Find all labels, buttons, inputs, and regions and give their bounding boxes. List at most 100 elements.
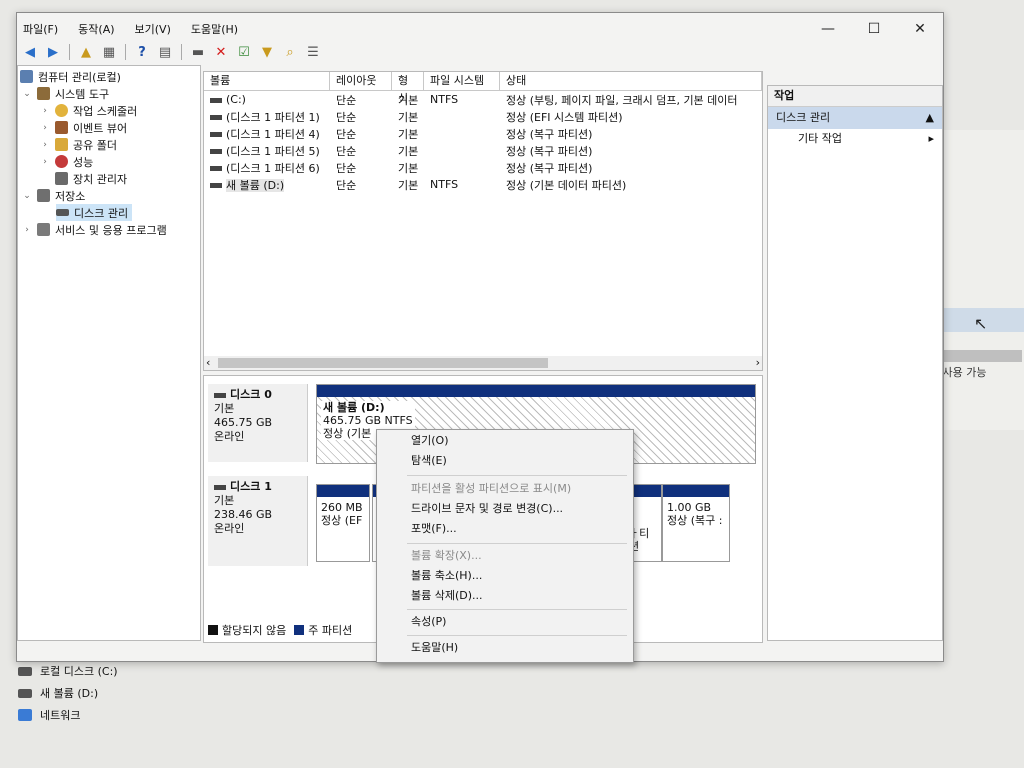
- context-menu: 열기(O) 탐색(E) 파티션을 활성 파티션으로 표시(M) 드라이브 문자 …: [376, 429, 634, 663]
- device-manager-icon: [55, 172, 68, 185]
- menu-file[interactable]: 파일(F): [21, 21, 60, 37]
- tree-item-device-manager[interactable]: 장치 관리자: [40, 170, 127, 187]
- partition-name: 새 볼륨 (D:): [323, 401, 385, 414]
- partition-recovery-6[interactable]: 1.00 GB 정상 (복구 :: [662, 484, 730, 562]
- tree-item-performance[interactable]: › 성능: [40, 153, 93, 170]
- chevron-down-icon[interactable]: ⌄: [22, 89, 32, 99]
- performance-icon: [55, 155, 68, 168]
- nav-new-volume-d[interactable]: 새 볼륨 (D:): [18, 682, 118, 704]
- primary-partition-bar: [317, 385, 755, 397]
- horizontal-scrollbar[interactable]: ‹ ›: [204, 356, 762, 370]
- scroll-left-icon[interactable]: ‹: [206, 356, 210, 369]
- forward-arrow-icon[interactable]: ▶: [44, 43, 62, 61]
- import-icon[interactable]: ▼: [258, 43, 276, 61]
- help-icon[interactable]: ?: [133, 43, 151, 61]
- nav-local-disk-c[interactable]: 로컬 디스크 (C:): [18, 660, 118, 682]
- table-row[interactable]: (C:) 단순 기본 NTFS 정상 (부팅, 페이지 파일, 크래시 덤프, …: [204, 91, 762, 108]
- menu-view[interactable]: 보기(V): [133, 21, 173, 37]
- checklist-icon[interactable]: ☑: [235, 43, 253, 61]
- menu-item-properties[interactable]: 속성(P): [411, 613, 446, 631]
- drive-icon: [18, 688, 32, 698]
- background-panel: [940, 130, 1024, 430]
- actions-section-disk-management[interactable]: 디스크 관리 ▲: [768, 107, 942, 129]
- tree-item-services-applications[interactable]: › 서비스 및 응용 프로그램: [22, 221, 167, 238]
- partition-efi[interactable]: 260 MB 정상 (EF: [316, 484, 370, 562]
- mouse-cursor-icon: ↖: [974, 314, 988, 333]
- primary-partition-swatch: [294, 625, 305, 635]
- disk-0-label[interactable]: 디스크 0 기본 465.75 GB 온라인: [208, 384, 308, 462]
- column-header-type[interactable]: 형식: [392, 72, 424, 105]
- chevron-right-icon[interactable]: ›: [40, 157, 50, 167]
- column-header-layout[interactable]: 레이아웃: [330, 72, 392, 90]
- tree-item-event-viewer[interactable]: › 이벤트 뷰어: [40, 119, 127, 136]
- storage-icon: [37, 189, 50, 202]
- disk-1-label[interactable]: 디스크 1 기본 238.46 GB 온라인: [208, 476, 308, 566]
- tree-item-storage[interactable]: ⌄ 저장소: [22, 187, 85, 204]
- menu-item-format[interactable]: 포맷(F)...: [411, 520, 457, 538]
- collapse-up-icon[interactable]: ▲: [926, 107, 934, 129]
- delete-icon[interactable]: ✕: [212, 43, 230, 61]
- minimize-button[interactable]: —: [805, 17, 851, 41]
- chevron-right-icon[interactable]: ›: [40, 106, 50, 116]
- table-row[interactable]: (디스크 1 파티션 4) 단순 기본 정상 (복구 파티션): [204, 125, 762, 142]
- event-log-icon: [55, 121, 68, 134]
- actions-more[interactable]: 기타 작업 ▸: [768, 129, 942, 149]
- unallocated-swatch: [208, 625, 218, 635]
- partition-size: 465.75 GB NTFS: [323, 414, 413, 427]
- list-view-icon[interactable]: ☰: [304, 43, 322, 61]
- disk-management-icon: [56, 209, 69, 216]
- disk-icon: [214, 484, 226, 490]
- volume-list: 볼륨 레이아웃 형식 파일 시스템 상태 (C:) 단순 기본 NTFS 정상 …: [203, 71, 763, 371]
- table-row-selected[interactable]: 새 볼륨 (D:) 단순 기본 NTFS 정상 (기본 데이터 파티션): [204, 176, 762, 193]
- scroll-right-icon[interactable]: ›: [756, 356, 760, 369]
- menu-action[interactable]: 동작(A): [76, 21, 116, 37]
- background-nav-tree: 로컬 디스크 (C:) 새 볼륨 (D:) 네트워크: [18, 660, 118, 726]
- show-hide-tree-icon[interactable]: ▦: [100, 43, 118, 61]
- volume-list-header: 볼륨 레이아웃 형식 파일 시스템 상태: [204, 72, 762, 105]
- menu-item-shrink-volume[interactable]: 볼륨 축소(H)...: [411, 567, 482, 585]
- menu-item-delete-volume[interactable]: 볼륨 삭제(D)...: [411, 587, 483, 605]
- menu-separator: [407, 609, 627, 610]
- table-row[interactable]: (디스크 1 파티션 5) 단순 기본 정상 (복구 파티션): [204, 142, 762, 159]
- nav-network[interactable]: 네트워크: [18, 704, 118, 726]
- tree-item-task-scheduler[interactable]: › 작업 스케줄러: [40, 102, 137, 119]
- chevron-down-icon[interactable]: ⌄: [22, 191, 32, 201]
- actions-header: 작업: [768, 86, 942, 107]
- scrollbar-thumb[interactable]: [218, 358, 548, 368]
- network-icon: [18, 709, 32, 721]
- tree-item-shared-folders[interactable]: › 공유 폴더: [40, 136, 117, 153]
- menu-help[interactable]: 도움말(H): [189, 21, 240, 37]
- menu-item-open[interactable]: 열기(O): [411, 432, 448, 450]
- back-arrow-icon[interactable]: ◀: [21, 43, 39, 61]
- toolbar-separator: [125, 44, 126, 60]
- toolbar-separator: [181, 44, 182, 60]
- tree-item-disk-management[interactable]: 디스크 관리: [56, 204, 133, 221]
- properties-view-icon[interactable]: ▤: [156, 43, 174, 61]
- tree-item-computer-management[interactable]: 컴퓨터 관리(로컬): [20, 68, 121, 85]
- column-header-filesystem[interactable]: 파일 시스템: [424, 72, 500, 90]
- close-button[interactable]: ✕: [897, 17, 943, 41]
- drive-icon: [210, 97, 222, 103]
- chevron-right-icon[interactable]: ›: [40, 123, 50, 133]
- menu-item-change-drive-letter[interactable]: 드라이브 문자 및 경로 변경(C)...: [411, 500, 563, 518]
- table-row[interactable]: (디스크 1 파티션 6) 단순 기본 정상 (복구 파티션): [204, 159, 762, 176]
- services-icon: [37, 223, 50, 236]
- disk-icon: [214, 392, 226, 398]
- up-folder-icon[interactable]: ▲: [77, 43, 95, 61]
- drive-icon: [210, 132, 222, 137]
- search-icon[interactable]: ⌕: [281, 43, 299, 61]
- chevron-right-icon[interactable]: ›: [40, 140, 50, 150]
- tree-item-system-tools[interactable]: ⌄ 시스템 도구: [22, 85, 109, 102]
- chevron-right-icon[interactable]: ›: [22, 225, 32, 235]
- window-controls: — ☐ ✕: [805, 17, 943, 41]
- table-row[interactable]: (디스크 1 파티션 1) 단순 기본 정상 (EFI 시스템 파티션): [204, 108, 762, 125]
- menu-item-help[interactable]: 도움말(H): [411, 639, 458, 657]
- column-header-status[interactable]: 상태: [500, 72, 762, 90]
- menu-item-extend-volume: 볼륨 확장(X)...: [411, 549, 482, 562]
- column-header-volume[interactable]: 볼륨: [204, 72, 330, 90]
- drive-icon: [210, 166, 222, 171]
- background-drive-usage-bar: [936, 350, 1022, 362]
- menu-item-explore[interactable]: 탐색(E): [411, 452, 447, 470]
- connect-icon[interactable]: ▬: [189, 43, 207, 61]
- maximize-button[interactable]: ☐: [851, 17, 897, 41]
